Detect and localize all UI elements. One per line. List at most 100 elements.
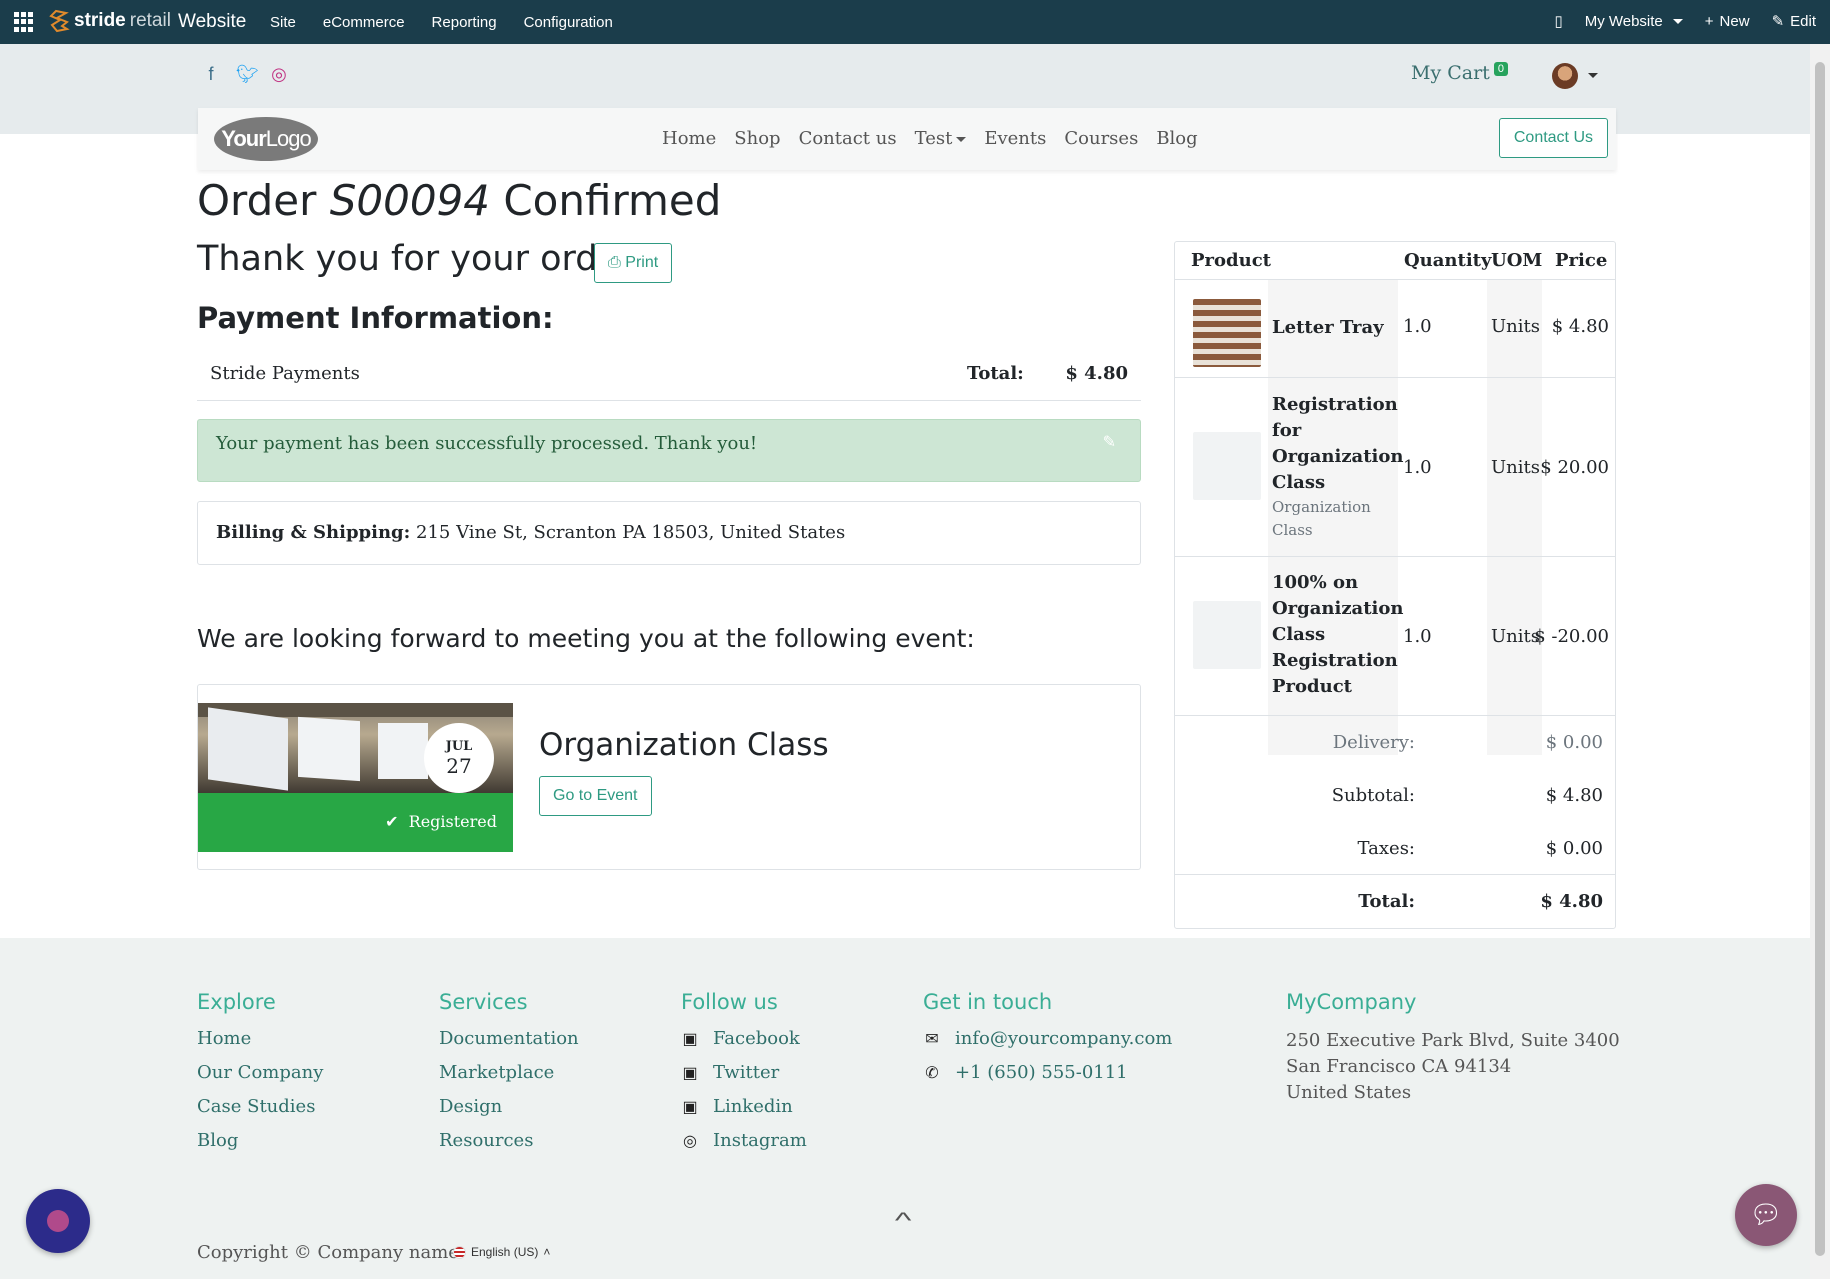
footer-link-documentation[interactable]: Documentation: [439, 1028, 579, 1049]
edit-button[interactable]: ✎ Edit: [1771, 12, 1816, 31]
payment-success-alert: Your payment has been successfully proce…: [197, 419, 1141, 482]
nav-courses[interactable]: Courses: [1064, 128, 1138, 149]
product-image[interactable]: [1193, 432, 1261, 500]
chevron-up-icon: ˄: [543, 1245, 551, 1259]
nav-home[interactable]: Home: [662, 128, 716, 149]
nav-test-dropdown[interactable]: Test: [915, 128, 967, 149]
footer-link-twitter[interactable]: ▣ Twitter: [681, 1062, 807, 1083]
assistant-widget-button[interactable]: [26, 1189, 90, 1253]
menu-ecommerce[interactable]: eCommerce: [323, 14, 405, 31]
language-selector[interactable]: English (US) ˄: [453, 1245, 550, 1259]
footer-phone-link[interactable]: ✆ +1 (650) 555-0111: [923, 1062, 1172, 1083]
billing-label: Billing & Shipping:: [216, 522, 411, 543]
product-price: $ 4.80: [1551, 316, 1609, 337]
nav-blog[interactable]: Blog: [1156, 128, 1197, 149]
mobile-preview-icon[interactable]: ▯: [1554, 12, 1562, 30]
facebook-label: Facebook: [713, 1028, 800, 1049]
payment-method: Stride Payments: [210, 363, 360, 384]
chevron-down-icon[interactable]: [1588, 73, 1598, 78]
main-navbar: YourLogo Home Shop Contact us Test Event…: [198, 108, 1616, 170]
footer-link-our-company[interactable]: Our Company: [197, 1062, 323, 1083]
footer-link-linkedin[interactable]: ▣ Linkedin: [681, 1096, 807, 1117]
product-qty: 1.0: [1403, 316, 1432, 337]
logo-light-text: Logo: [265, 126, 312, 151]
thank-you-heading: Thank you for your order.: [197, 239, 642, 279]
menu-configuration[interactable]: Configuration: [524, 14, 613, 31]
nav-contact-us[interactable]: Contact us: [799, 128, 897, 149]
event-date-badge: JUL 27: [424, 723, 494, 793]
website-selector-label: My Website: [1584, 12, 1663, 30]
scrollbar-thumb[interactable]: [1815, 62, 1825, 1256]
new-label: New: [1719, 12, 1750, 30]
menu-site[interactable]: Site: [270, 14, 296, 31]
taxes-label: Taxes:: [1357, 838, 1415, 859]
copyright: Copyright © Company name: [197, 1242, 459, 1263]
app-name: Website: [178, 11, 247, 32]
admin-right-actions: ▯ My Website + New ✎ Edit: [1554, 12, 1816, 31]
facebook-icon[interactable]: f: [202, 64, 220, 85]
footer-explore-title: Explore: [197, 990, 276, 1014]
nav-events[interactable]: Events: [984, 128, 1046, 149]
print-label: Print: [625, 254, 659, 271]
print-button[interactable]: ⎙ Print: [594, 243, 673, 283]
product-name[interactable]: Registration for Organization Class: [1272, 392, 1403, 496]
footer-contact: Get in touch ✉ info@yourcompany.com ✆ +1 (…: [923, 990, 1172, 1096]
col-header-product: Product: [1191, 250, 1271, 271]
footer-email-link[interactable]: ✉ info@yourcompany.com: [923, 1028, 1172, 1049]
product-image[interactable]: [1193, 299, 1261, 367]
footer-services-title: Services: [439, 990, 528, 1014]
page-scrollbar[interactable]: [1810, 44, 1830, 1279]
my-cart-link[interactable]: My Cart 0: [1411, 62, 1508, 84]
footer-contact-title: Get in touch: [923, 990, 1053, 1014]
address-line: United States: [1286, 1082, 1412, 1103]
footer-follow: Follow us ▣ Facebook ▣ Twitter ▣ Linkedin ◎…: [681, 990, 807, 1164]
footer-link-case-studies[interactable]: Case Studies: [197, 1096, 323, 1117]
scroll-to-top-icon[interactable]: ^: [895, 1208, 912, 1234]
footer-link-resources[interactable]: Resources: [439, 1130, 579, 1151]
pencil-icon: ✎: [1771, 13, 1785, 30]
product-uom: Units: [1491, 316, 1540, 337]
footer-link-marketplace[interactable]: Marketplace: [439, 1062, 579, 1083]
twitter-label: Twitter: [713, 1062, 780, 1083]
your-logo[interactable]: YourLogo: [214, 117, 318, 161]
edit-label: Edit: [1790, 12, 1816, 30]
event-name[interactable]: Organization Class: [539, 727, 829, 763]
product-qty: 1.0: [1403, 626, 1432, 647]
brand-bold-text: stride: [74, 10, 126, 31]
pencil-icon[interactable]: ✎: [1103, 432, 1116, 451]
website-selector[interactable]: My Website: [1585, 13, 1683, 30]
cart-label: My Cart: [1411, 62, 1490, 84]
product-name[interactable]: 100% on Organization Class Registration …: [1272, 570, 1403, 700]
footer-link-blog[interactable]: Blog: [197, 1130, 323, 1151]
delivery-value: $ 0.00: [1545, 732, 1603, 753]
twitter-icon[interactable]: 🐦︎: [236, 64, 259, 85]
product-name[interactable]: Letter Tray: [1272, 315, 1394, 341]
nav-test-label: Test: [914, 128, 953, 149]
order-number: S00094: [329, 176, 490, 225]
assistant-icon: [47, 1210, 69, 1232]
order-total-label: Total:: [1358, 891, 1415, 912]
product-price: $ 20.00: [1540, 457, 1609, 478]
live-chat-button[interactable]: 💬︎: [1735, 1184, 1797, 1246]
avatar[interactable]: [1552, 63, 1578, 89]
instagram-icon: ◎: [683, 1132, 697, 1150]
contact-us-button[interactable]: Contact Us: [1498, 118, 1608, 158]
stride-retail-logo[interactable]: stride retail: [48, 9, 171, 33]
new-button[interactable]: + New: [1705, 13, 1750, 30]
go-to-event-button[interactable]: Go to Event: [539, 776, 652, 816]
envelope-icon: ✉: [925, 1030, 939, 1048]
footer-link-design[interactable]: Design: [439, 1096, 579, 1117]
payment-heading: Payment Information:: [197, 301, 554, 335]
footer-link-home[interactable]: Home: [197, 1028, 323, 1049]
footer-link-facebook[interactable]: ▣ Facebook: [681, 1028, 807, 1049]
footer-link-instagram[interactable]: ◎ Instagram: [681, 1130, 807, 1151]
subtotal-value: $ 4.80: [1545, 785, 1603, 806]
menu-reporting[interactable]: Reporting: [432, 14, 497, 31]
apps-menu-icon[interactable]: [14, 12, 34, 32]
product-image[interactable]: [1193, 601, 1261, 669]
language-label: English (US): [471, 1245, 539, 1259]
nav-shop[interactable]: Shop: [734, 128, 780, 149]
email-label: info@yourcompany.com: [955, 1028, 1173, 1049]
admin-bar: stride retail Website Site eCommerce Repo…: [0, 0, 1830, 44]
instagram-icon[interactable]: ◎: [270, 64, 288, 85]
